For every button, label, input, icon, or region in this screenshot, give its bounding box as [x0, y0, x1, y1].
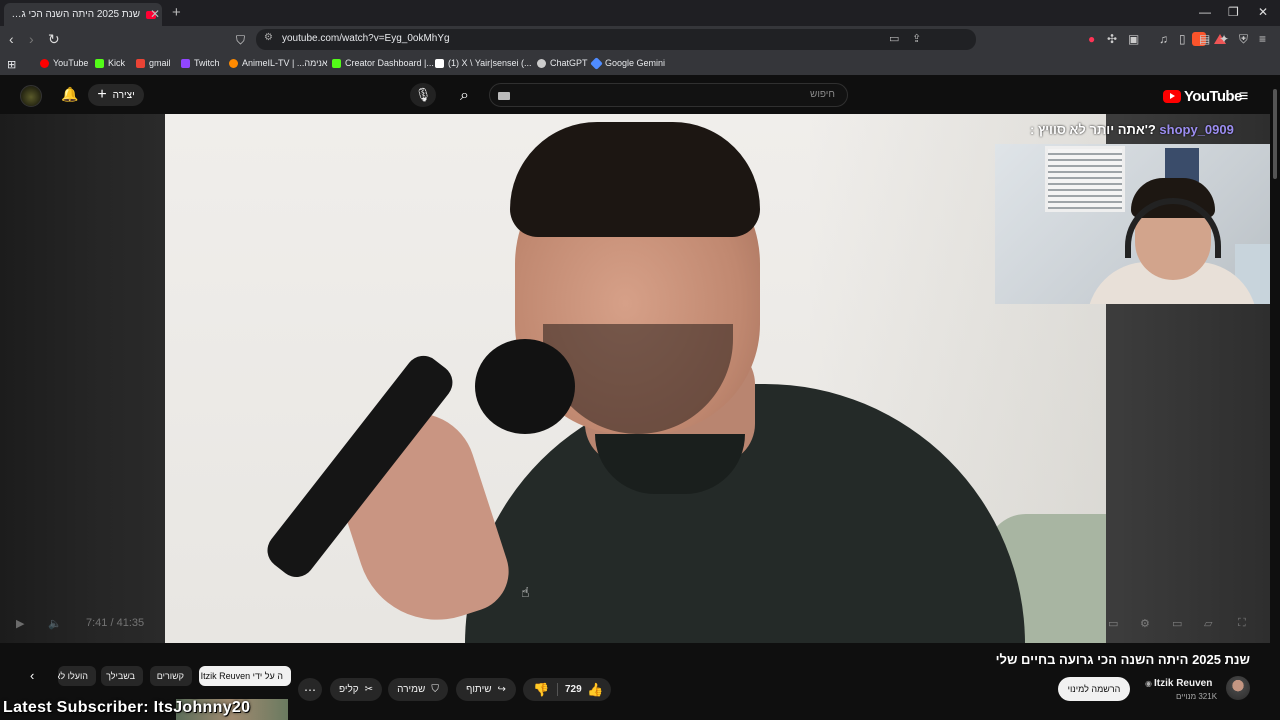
volume-icon[interactable]: 🔈 [48, 617, 62, 630]
play-icon[interactable]: ▶ [16, 617, 24, 630]
cast-icon[interactable]: ▭ [889, 32, 899, 45]
bookmark-animeil[interactable]: AnimeIL-TV | ...אנימה [229, 58, 328, 68]
close-window-icon[interactable]: ✕ [1258, 5, 1268, 19]
video-title: שנת 2025 היתה השנה הכי גרועה בחיים שלי [995, 652, 1250, 667]
back-icon[interactable]: ‹ [9, 31, 14, 47]
plus-icon: + [97, 86, 107, 103]
more-actions-icon[interactable]: ⋯ [298, 678, 322, 701]
close-tab-icon[interactable]: ✕ [150, 7, 160, 21]
gemini-icon [590, 56, 603, 70]
scrollbar-thumb[interactable] [1273, 89, 1277, 179]
guide-menu-icon[interactable]: ≡ [1239, 88, 1253, 106]
latest-subscriber-overlay: Latest Subscriber: ItsJohnny20 [3, 699, 251, 716]
cast-player-icon[interactable]: ▱ [1204, 617, 1212, 630]
reload-icon[interactable]: ↻ [48, 31, 60, 48]
subtitles-icon[interactable]: ▭ [1108, 617, 1118, 630]
youtube-icon [40, 58, 49, 68]
clip-button[interactable]: ✂ קליפ [330, 678, 382, 701]
bookmark-creator-dashboard[interactable]: Creator Dashboard |... [332, 58, 434, 68]
youtube-logo[interactable]: YouTube [1163, 88, 1242, 105]
channel-name[interactable]: ◉ Itzik Reuven [1145, 678, 1212, 689]
address-toolbar: ‹ › ↻ ⛉ ⚙ youtube.com/watch?v=Eyg_0okMhY… [0, 26, 1280, 53]
twitch-icon [181, 58, 190, 68]
leo-ai-icon[interactable]: ✦ [1219, 32, 1229, 46]
tab-title: שנת 2025 היתה השנה הכי גרועה [10, 9, 140, 20]
forward-icon[interactable]: › [29, 31, 34, 47]
browser-tab[interactable]: שנת 2025 היתה השנה הכי גרועה ✕ [4, 3, 162, 26]
bookmark-chatgpt[interactable]: ChatGPT [537, 58, 588, 68]
account-avatar[interactable] [20, 85, 42, 107]
bookmark-youtube[interactable]: YouTube [40, 58, 88, 68]
save-button[interactable]: ⛉ שמירה [388, 678, 448, 701]
chip-for-you[interactable]: בשבילך [101, 666, 143, 686]
new-tab-icon[interactable]: + [172, 4, 181, 21]
keyboard-icon[interactable] [498, 92, 510, 100]
like-icon[interactable]: 👍 [587, 682, 603, 698]
youtube-play-icon [1163, 90, 1181, 103]
bookmark-twitch[interactable]: Twitch [181, 58, 220, 68]
gmail-icon [136, 58, 145, 68]
site-info-icon[interactable]: ⚙ [264, 32, 273, 43]
stream-question-overlay: shopy_0909 ?'אתה יותר לא סוויץ : [1030, 122, 1234, 137]
overlay-username: shopy_0909 [1159, 122, 1234, 137]
bookmarks-bar: ⊞ YouTube Kick gmail Twitch AnimeIL-TV |… [0, 53, 1280, 75]
like-dislike-group: 👍 729 👎 [523, 678, 611, 701]
media-icon[interactable]: ♫ [1159, 32, 1168, 46]
theater-mode-icon[interactable]: ▭ [1172, 617, 1182, 630]
subscriber-count: 321K מנויים [1176, 692, 1218, 701]
bookmark-kick[interactable]: Kick [95, 58, 125, 68]
screenshot-icon[interactable]: ▣ [1128, 32, 1139, 46]
share-button[interactable]: ↪ שיתוף [456, 678, 516, 701]
mouse-cursor-icon: ☝ [521, 584, 530, 600]
kick-icon [332, 58, 341, 68]
chevron-left-icon[interactable]: ‹ [30, 668, 34, 683]
channel-avatar[interactable] [1226, 676, 1250, 700]
search-icon[interactable]: ⌕ [460, 87, 469, 105]
extension-record-icon[interactable]: ● [1088, 32, 1095, 46]
webcam-overlay [995, 144, 1280, 304]
share-icon: ↪ [497, 684, 506, 695]
url-bar[interactable]: ⚙ youtube.com/watch?v=Eyg_0okMhYg ▭ ⇪ [256, 29, 1226, 50]
minimize-icon[interactable]: — [1199, 5, 1211, 19]
dislike-icon[interactable]: 👎 [533, 682, 549, 698]
bookmark-x[interactable]: (1) X \ Yair|sensei (... [435, 58, 532, 68]
wallet-icon[interactable]: ▤ [1199, 32, 1210, 46]
time-display: 7:41 / 41:35 [86, 617, 145, 629]
anime-icon [229, 58, 238, 68]
chip-related[interactable]: קשורים [150, 666, 192, 686]
kick-icon [95, 58, 104, 68]
browser-tab-bar: שנת 2025 היתה השנה הכי גרועה ✕ + — ❐ ✕ [0, 0, 1280, 26]
vpn-icon[interactable]: ⛨ [1239, 32, 1248, 47]
settings-icon[interactable]: ⚙ [1140, 617, 1150, 630]
menu-icon[interactable]: ≡ [1259, 32, 1266, 46]
verified-icon: ◉ [1145, 679, 1152, 688]
chip-uploaded[interactable]: הועלו לא [58, 666, 96, 686]
restore-icon[interactable]: ❐ [1228, 5, 1239, 19]
search-input[interactable]: חיפוש [489, 83, 848, 107]
fullscreen-icon[interactable]: ⛶ [1238, 617, 1246, 630]
notifications-bell-icon[interactable]: 🔔 [61, 86, 78, 103]
video-frame[interactable] [165, 114, 1106, 643]
x-icon [435, 58, 444, 68]
bookmark-gmail[interactable]: gmail [136, 58, 171, 68]
chip-by-channel[interactable]: ה על ידי Itzik Reuven [199, 666, 291, 686]
bookmark-icon[interactable]: ⛉ [236, 33, 245, 48]
page-scrollbar[interactable] [1270, 77, 1280, 720]
extensions-icon[interactable]: ✣ [1107, 32, 1117, 46]
bookmark-gemini[interactable]: Google Gemini [590, 56, 665, 70]
overlay-question: ?'אתה יותר לא סוויץ : [1030, 122, 1156, 137]
scissors-icon: ✂ [364, 684, 374, 695]
voice-search-icon[interactable]: 🎙 [410, 83, 436, 107]
share-page-icon[interactable]: ⇪ [912, 32, 921, 45]
subscribe-button[interactable]: הרשמה למינוי [1058, 677, 1130, 701]
save-icon: ⛉ [431, 684, 439, 695]
like-count[interactable]: 729 [565, 684, 582, 695]
url-text: youtube.com/watch?v=Eyg_0okMhYg [282, 33, 450, 44]
sidebar-icon[interactable]: ▯ [1179, 32, 1186, 46]
create-button[interactable]: יצירה + [88, 84, 144, 106]
chatgpt-icon [537, 58, 546, 68]
apps-grid-icon[interactable]: ⊞ [7, 58, 16, 71]
